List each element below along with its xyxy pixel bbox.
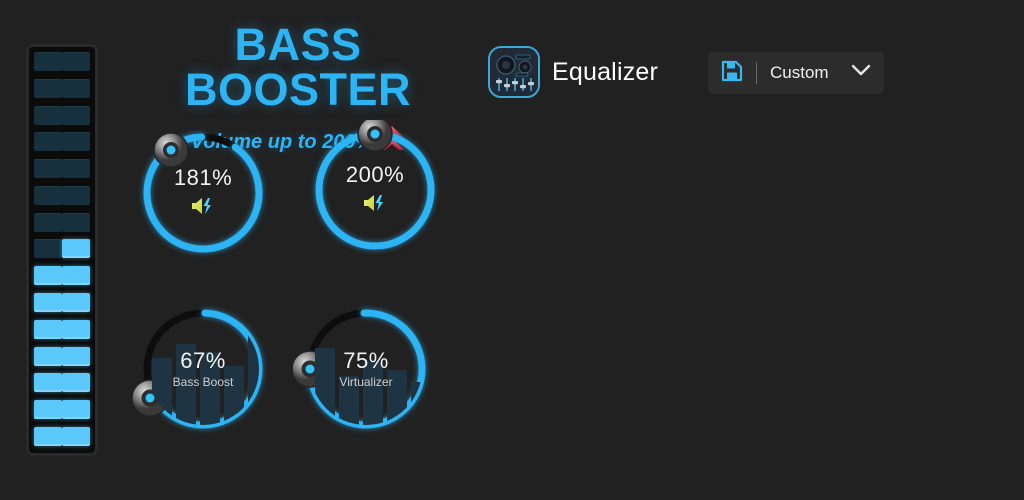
vu-cell — [34, 373, 62, 393]
equalizer-header: Equalizer — [488, 46, 658, 98]
vu-cell — [62, 132, 90, 152]
vu-cell — [62, 319, 90, 339]
vu-cell — [34, 293, 62, 313]
preset-dropdown[interactable]: Custom — [708, 52, 884, 94]
knob-volume-boost[interactable]: 181% — [133, 123, 273, 263]
knob-bass-boost[interactable]: 67% Bass Boost — [130, 296, 276, 442]
chevron-down-icon[interactable] — [851, 64, 871, 82]
vu-cell — [34, 105, 62, 125]
vu-row — [34, 78, 90, 100]
vu-cell — [34, 346, 62, 366]
vu-cell — [34, 78, 62, 98]
vu-cell — [62, 373, 90, 393]
vu-row — [34, 132, 90, 153]
vu-cell — [62, 266, 90, 286]
page-title: BASS BOOSTER — [184, 19, 412, 115]
vu-cell — [62, 78, 90, 98]
mixer-board-icon — [488, 46, 540, 98]
vu-cell — [34, 266, 62, 286]
vu-row — [34, 105, 90, 127]
vu-cell — [62, 400, 90, 420]
vu-cell — [34, 159, 62, 179]
vu-row — [34, 212, 90, 234]
vu-row — [34, 239, 90, 260]
vu-cell — [34, 132, 62, 152]
vu-cell — [62, 159, 90, 179]
save-floppy-icon[interactable] — [721, 60, 743, 87]
vu-cell — [62, 105, 90, 125]
eq-bars-decoration — [152, 336, 259, 425]
vu-cell — [34, 426, 62, 446]
vu-cell — [34, 400, 62, 420]
vu-row — [34, 346, 90, 368]
dropdown-divider — [756, 62, 757, 84]
equalizer-title: Equalizer — [552, 57, 659, 86]
vu-cell — [62, 293, 90, 313]
vu-cell — [62, 185, 90, 205]
vu-row — [34, 400, 90, 421]
vu-row — [34, 185, 90, 207]
vu-row — [34, 159, 90, 180]
vu-cell — [34, 185, 62, 205]
equalizer-sliders — [484, 102, 888, 448]
vu-row — [34, 319, 90, 341]
eq-bars-decoration — [315, 348, 422, 425]
vu-row — [34, 293, 90, 314]
vu-cell — [34, 52, 62, 71]
vu-row — [34, 266, 90, 287]
vu-cell — [34, 212, 62, 232]
knob-virtualizer[interactable]: 75% Virtualizer — [293, 296, 439, 442]
vu-cell — [34, 319, 62, 339]
knob-volume-max[interactable]: 200% — [305, 120, 445, 260]
vu-cell — [62, 239, 90, 259]
bass-booster-app: BASS BOOSTER Volume up to 200% 181% 200%… — [0, 0, 1024, 500]
vu-row — [34, 426, 90, 448]
vu-cell — [62, 52, 90, 71]
vu-row — [34, 373, 90, 394]
vu-cell — [62, 346, 90, 366]
vu-cell — [34, 239, 62, 259]
vu-cell — [62, 212, 90, 232]
preset-value: Custom — [770, 63, 829, 82]
vu-meter-left — [26, 44, 98, 456]
vu-row — [34, 52, 90, 73]
vu-cell — [62, 426, 90, 446]
